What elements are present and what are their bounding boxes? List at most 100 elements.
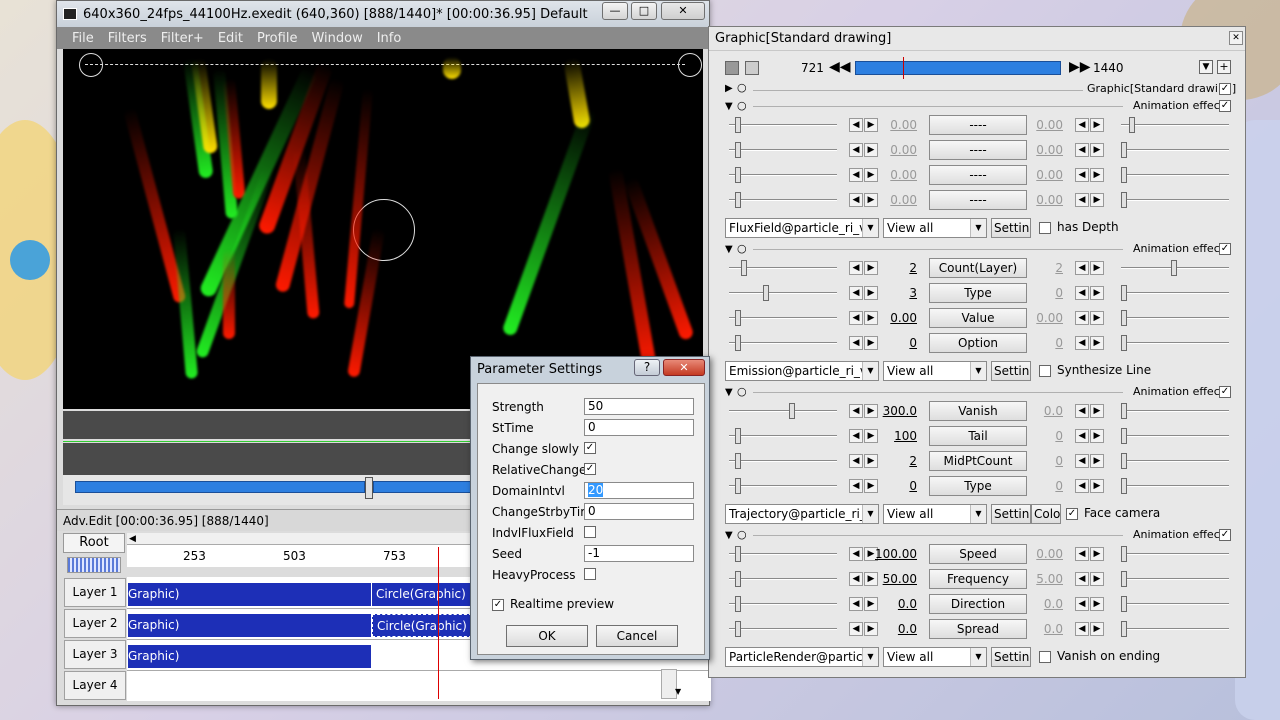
layer-4-label[interactable]: Layer 4 xyxy=(64,671,126,700)
field-input[interactable]: 0 xyxy=(584,503,694,520)
lock-icon[interactable]: ○ xyxy=(737,81,747,94)
layer-2-label[interactable]: Layer 2 xyxy=(64,609,126,638)
decrease-icon[interactable]: ◀ xyxy=(849,547,863,561)
param-name-button[interactable]: Direction xyxy=(929,594,1027,614)
end-value[interactable]: 0 xyxy=(1021,286,1063,300)
left-slider-thumb[interactable] xyxy=(735,335,741,351)
right-slider-track[interactable] xyxy=(1121,342,1229,344)
prev-frame-icon[interactable]: ◀◀ xyxy=(829,59,851,75)
clip-layer1-circle[interactable]: Circle(Graphic) xyxy=(372,583,472,606)
decrease-icon[interactable]: ◀ xyxy=(1075,597,1089,611)
increase-icon[interactable]: ▶ xyxy=(1090,597,1104,611)
param-name-button[interactable]: ---- xyxy=(929,140,1027,160)
start-value[interactable]: 3 xyxy=(875,286,917,300)
ok-button[interactable]: OK xyxy=(506,625,588,647)
right-slider-track[interactable] xyxy=(1121,124,1229,126)
option-checkbox[interactable] xyxy=(1039,365,1051,377)
left-slider-track[interactable] xyxy=(729,460,837,462)
lock-icon[interactable]: ○ xyxy=(737,242,747,255)
decrease-icon[interactable]: ◀ xyxy=(849,622,863,636)
increase-icon[interactable]: ▶ xyxy=(1090,479,1104,493)
left-slider-thumb[interactable] xyxy=(763,285,769,301)
start-value[interactable]: 0.00 xyxy=(875,193,917,207)
left-slider-thumb[interactable] xyxy=(735,596,741,612)
collapse-icon[interactable]: ▼ xyxy=(725,101,733,112)
decrease-icon[interactable]: ◀ xyxy=(1075,286,1089,300)
script-select[interactable]: ParticleRender@particle ▼ xyxy=(725,647,879,667)
increase-icon[interactable]: ▶ xyxy=(1090,622,1104,636)
view-select[interactable]: View all ▼ xyxy=(883,361,987,381)
start-value[interactable]: 0.0 xyxy=(875,597,917,611)
left-slider-track[interactable] xyxy=(729,485,837,487)
right-slider-track[interactable] xyxy=(1121,485,1229,487)
option-checkbox[interactable] xyxy=(1039,222,1051,234)
param-name-button[interactable]: ---- xyxy=(929,190,1027,210)
clip-layer1-graphic[interactable]: Graphic) xyxy=(128,583,371,606)
menu-info[interactable]: Info xyxy=(370,31,409,46)
param-name-button[interactable]: Tail xyxy=(929,426,1027,446)
param-name-button[interactable]: Option xyxy=(929,333,1027,353)
expand-object-icon[interactable]: ▶ xyxy=(725,83,733,94)
right-slider-thumb[interactable] xyxy=(1121,167,1127,183)
right-slider-track[interactable] xyxy=(1121,628,1229,630)
start-value[interactable]: 100 xyxy=(875,429,917,443)
help-button[interactable]: ? xyxy=(634,359,660,376)
right-slider-track[interactable] xyxy=(1121,553,1229,555)
end-value[interactable]: 5.00 xyxy=(1021,572,1063,586)
field-input[interactable]: 20 xyxy=(584,482,694,499)
decrease-icon[interactable]: ◀ xyxy=(1075,547,1089,561)
camera-icon[interactable] xyxy=(725,61,739,75)
end-value[interactable]: 0.00 xyxy=(1021,168,1063,182)
layer-3-label[interactable]: Layer 3 xyxy=(64,640,126,669)
view-select[interactable]: View all ▼ xyxy=(883,504,987,524)
right-slider-thumb[interactable] xyxy=(1121,142,1127,158)
field-checkbox[interactable] xyxy=(584,526,596,538)
decrease-icon[interactable]: ◀ xyxy=(1075,622,1089,636)
increase-icon[interactable]: ▶ xyxy=(1090,311,1104,325)
right-slider-thumb[interactable] xyxy=(1121,310,1127,326)
param-name-button[interactable]: Spread xyxy=(929,619,1027,639)
increase-icon[interactable]: ▶ xyxy=(1090,261,1104,275)
realtime-preview-checkbox[interactable]: ✓ xyxy=(492,599,504,611)
left-slider-track[interactable] xyxy=(729,603,837,605)
right-slider-thumb[interactable] xyxy=(1121,621,1127,637)
end-value[interactable]: 0 xyxy=(1021,479,1063,493)
script-select[interactable]: Emission@particle_ri_ve ▼ xyxy=(725,361,879,381)
decrease-icon[interactable]: ◀ xyxy=(1075,404,1089,418)
increase-icon[interactable]: ▶ xyxy=(1090,404,1104,418)
minimize-button[interactable]: — xyxy=(602,2,628,20)
decrease-icon[interactable]: ◀ xyxy=(1075,311,1089,325)
menu-filter-plus[interactable]: Filter+ xyxy=(154,31,211,46)
field-checkbox[interactable] xyxy=(584,568,596,580)
field-input[interactable]: 50 xyxy=(584,398,694,415)
decrease-icon[interactable]: ◀ xyxy=(849,336,863,350)
decrease-icon[interactable]: ◀ xyxy=(849,311,863,325)
video-preview[interactable] xyxy=(63,49,703,409)
decrease-icon[interactable]: ◀ xyxy=(1075,336,1089,350)
menu-profile[interactable]: Profile xyxy=(250,31,304,46)
clip-layer2-graphic[interactable]: Graphic) xyxy=(128,614,371,637)
script-select[interactable]: FluxField@particle_ri_ve ▼ xyxy=(725,218,879,238)
increase-icon[interactable]: ▶ xyxy=(1090,336,1104,350)
decrease-icon[interactable]: ◀ xyxy=(849,429,863,443)
scroll-down-icon[interactable]: ▼ xyxy=(675,687,681,696)
animation-effect-checkbox[interactable]: ✓ xyxy=(1219,100,1231,112)
right-slider-track[interactable] xyxy=(1121,460,1229,462)
seek-range-left[interactable] xyxy=(75,481,365,493)
menu-file[interactable]: File xyxy=(65,31,101,46)
right-slider-thumb[interactable] xyxy=(1121,403,1127,419)
left-slider-thumb[interactable] xyxy=(735,142,741,158)
decrease-icon[interactable]: ◀ xyxy=(1075,572,1089,586)
left-slider-track[interactable] xyxy=(729,435,837,437)
zoom-slider[interactable] xyxy=(67,557,121,573)
field-checkbox[interactable]: ✓ xyxy=(584,442,596,454)
field-input[interactable]: 0 xyxy=(584,419,694,436)
animation-effect-checkbox[interactable]: ✓ xyxy=(1219,529,1231,541)
option-checkbox[interactable] xyxy=(1039,651,1051,663)
param-name-button[interactable]: MidPtCount xyxy=(929,451,1027,471)
right-slider-track[interactable] xyxy=(1121,578,1229,580)
script-select[interactable]: Trajectory@particle_ri_ve ▼ xyxy=(725,504,879,524)
left-slider-thumb[interactable] xyxy=(735,310,741,326)
setting-button[interactable]: Setting xyxy=(991,218,1031,238)
object-enable-checkbox[interactable]: ✓ xyxy=(1219,83,1231,95)
